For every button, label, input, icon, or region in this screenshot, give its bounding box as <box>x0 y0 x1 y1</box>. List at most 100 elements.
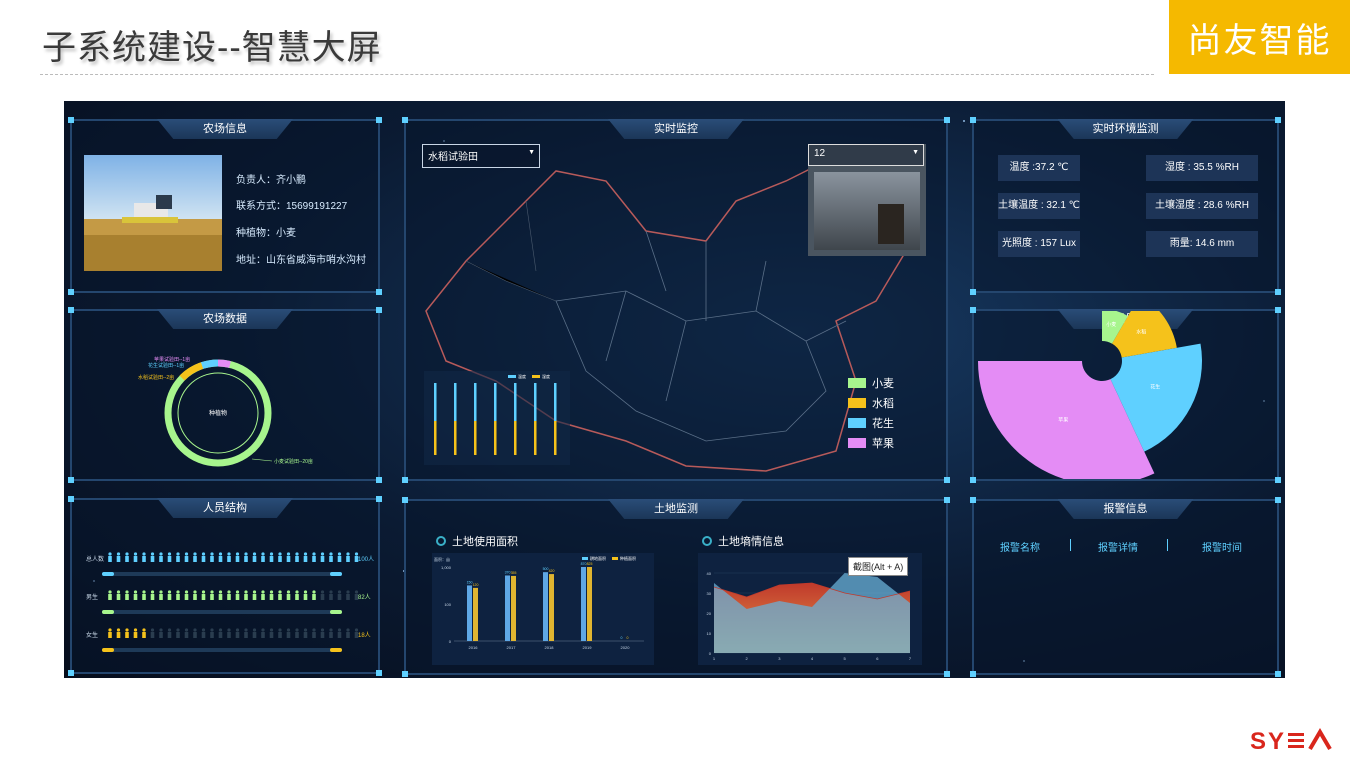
person-icon <box>125 552 129 562</box>
person-icon <box>227 628 231 638</box>
person-icon <box>108 590 112 600</box>
globe-icon <box>702 536 712 546</box>
field-select-value: 水稻试验田 <box>428 152 478 163</box>
person-icon <box>244 590 248 600</box>
moisture-xtick: 4 <box>811 656 814 661</box>
soil-temp-reading: 土壤温度 : 32.1 ℃ <box>998 193 1080 219</box>
person-icon <box>252 552 257 562</box>
rose-label: 苹果 <box>1058 417 1068 424</box>
usage-xtick: 2020 <box>621 645 631 650</box>
person-icon <box>278 552 282 562</box>
farm-contact: 联系方式：15699191227 <box>236 201 348 212</box>
donut-label-wheat: 小麦试验田--20亩 <box>274 458 313 465</box>
person-icon <box>201 552 206 562</box>
person-icon <box>218 590 223 600</box>
farm-data-title: 农场数据 <box>157 309 293 329</box>
humidity-bar <box>474 421 477 455</box>
person-bar-end <box>330 648 342 652</box>
usage-ytick: 1,000 <box>441 565 452 570</box>
moisture-xtick: 6 <box>876 656 879 661</box>
temp-bar <box>534 383 537 421</box>
usage-bar-label: 420 <box>549 569 555 573</box>
person-row-value: 82人 <box>358 594 371 601</box>
person-icon <box>201 590 206 600</box>
slide-title: 子系统建设--智慧大屏 <box>42 29 382 67</box>
alarm-name-header[interactable]: 报警名称 <box>1000 539 1040 554</box>
personnel-title: 人员结构 <box>157 498 293 518</box>
person-icon <box>167 590 172 600</box>
donut-label-rice: 水稻试验田--2亩 <box>138 374 174 381</box>
light-reading: 光照度 : 157 Lux <box>998 231 1080 257</box>
usage-ytick: 0 <box>449 639 452 644</box>
usage-bar-label: 0 <box>621 636 623 640</box>
usage-bar-label: 825 <box>587 562 593 566</box>
environment-title: 实时环境监测 <box>1057 119 1194 139</box>
person-icon <box>303 628 308 638</box>
person-row-label: 总人数 <box>86 555 104 563</box>
personnel-chart: 总人数 100人男生 82人女生 18人 <box>86 552 374 652</box>
person-bar-track <box>102 572 342 576</box>
person-icon <box>295 628 299 638</box>
farm-manager: 负责人：齐小鹏 <box>236 175 306 186</box>
legend-rice: 水稻 <box>848 395 894 411</box>
moisture-ytick: 20 <box>707 611 712 616</box>
person-icon <box>116 590 121 600</box>
humidity-reading: 湿度 : 35.5 %RH <box>1146 155 1258 181</box>
farm-data-panel: 农场数据 种植物 苹果试验田--1亩 花生试验田--1亩 水稻试验田--2亩 小… <box>68 307 382 483</box>
donut-label-apple: 苹果试验田--1亩 <box>154 356 190 363</box>
temp-bar <box>514 383 517 421</box>
screenshot-tooltip: 截图(Alt + A) <box>848 557 909 576</box>
person-row-label: 男生 <box>86 593 98 601</box>
usage-ylabel: 面积：亩 <box>434 556 450 562</box>
temperature-reading: 温度 :37.2 ℃ <box>998 155 1080 181</box>
moisture-xtick: 7 <box>909 656 912 661</box>
legend-wheat: 小麦 <box>848 375 894 391</box>
person-icon <box>303 552 308 562</box>
field-select[interactable]: 水稻试验田 ▼ <box>422 144 540 168</box>
donut-label-peanut: 花生试验田--1亩 <box>148 362 184 369</box>
person-icon <box>210 552 214 562</box>
person-icon <box>176 590 180 600</box>
person-icon <box>193 590 197 600</box>
person-icon <box>244 628 248 638</box>
person-icon <box>346 590 350 600</box>
person-icon <box>312 552 316 562</box>
person-icon <box>244 552 248 562</box>
usage-xtick: 2016 <box>469 645 479 650</box>
person-bar-start <box>102 648 114 652</box>
header-divider <box>1167 539 1168 551</box>
brand-badge: 尚友智能 <box>1169 0 1350 74</box>
humidity-bar <box>554 421 557 455</box>
alarm-time-header[interactable]: 报警时间 <box>1202 539 1242 554</box>
dashboard-screenshot: 农场信息 负责人：齐小鹏 联系方式：15699191227 种植物：小麦 地址：… <box>64 101 1285 678</box>
alarm-panel: 报警信息 报警名称 报警详情 报警时间 <box>970 497 1281 677</box>
person-icon <box>312 628 316 638</box>
person-bar-track <box>102 648 342 652</box>
temperature-humidity-chart: 温度 湿度 <box>424 371 570 465</box>
person-icon <box>116 628 121 638</box>
person-icon <box>269 628 274 638</box>
alarm-detail-header[interactable]: 报警详情 <box>1098 539 1138 554</box>
usage-xtick: 2019 <box>583 645 593 650</box>
person-icon <box>320 590 325 600</box>
farm-address: 地址：山东省威海市哨水沟村 <box>236 255 366 266</box>
person-icon <box>116 552 121 562</box>
person-icon <box>261 628 265 638</box>
person-icon <box>184 590 189 600</box>
person-icon <box>269 590 274 600</box>
usage-subtitle: 土地使用面积 <box>436 533 518 549</box>
person-icon <box>108 552 112 562</box>
usage-bar-label: 150 <box>467 580 473 584</box>
globe-icon <box>436 536 446 546</box>
moisture-ytick: 30 <box>707 591 712 596</box>
person-icon <box>125 628 129 638</box>
environment-panel: 实时环境监测 温度 :37.2 ℃ 湿度 : 35.5 %RH 土壤温度 : 3… <box>970 117 1281 295</box>
person-icon <box>235 552 240 562</box>
moisture-ytick: 40 <box>707 571 712 576</box>
title-divider <box>40 74 1154 75</box>
usage-xtick: 2018 <box>545 645 555 650</box>
person-icon <box>286 590 291 600</box>
person-icon <box>227 590 231 600</box>
camera-select[interactable]: 12 ▼ <box>808 144 924 166</box>
donut-center-label: 种植物 <box>209 409 227 417</box>
